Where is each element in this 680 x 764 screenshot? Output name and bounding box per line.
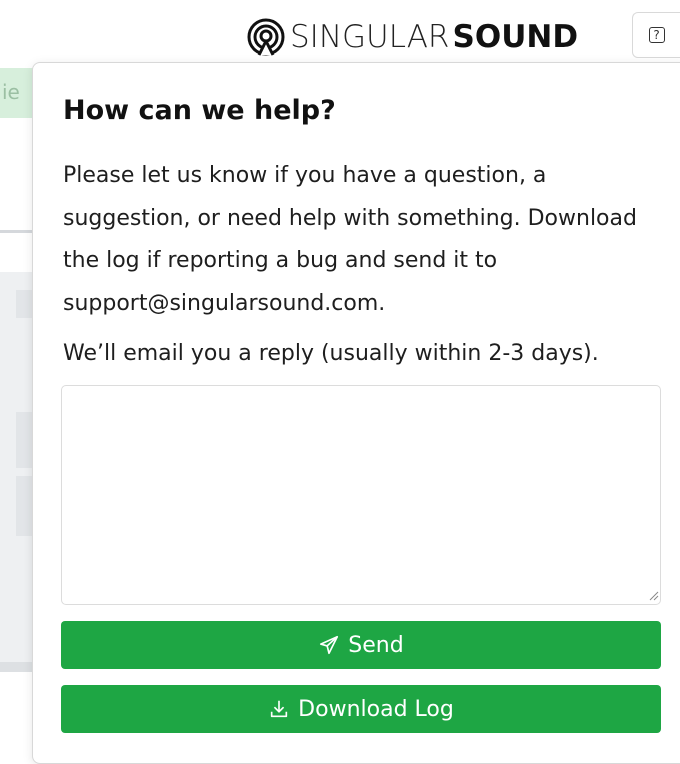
popover-title: How can we help? <box>63 95 336 126</box>
singular-sound-logo-icon <box>247 18 285 56</box>
help-popover: How can we help? Please let us know if y… <box>32 62 680 764</box>
download-log-button-label: Download Log <box>298 696 454 722</box>
popover-reply-note: We’ll email you a reply (usually within … <box>63 341 599 366</box>
background-tab-label: ie <box>2 80 20 104</box>
download-log-button[interactable]: Download Log <box>61 685 661 733</box>
background-panel <box>0 272 34 672</box>
download-tray-icon <box>271 700 288 718</box>
send-button-label: Send <box>348 632 404 658</box>
brand-name-light: SINGULAR <box>290 18 450 55</box>
page: ie SINGULAR SOUND ? How can we help? Ple… <box>0 0 680 764</box>
question-square-icon: ? <box>648 27 665 43</box>
brand: SINGULAR SOUND <box>246 16 578 58</box>
help-button[interactable]: ? <box>632 12 680 58</box>
brand-name: SINGULAR SOUND <box>290 18 579 55</box>
brand-name-bold: SOUND <box>452 18 579 55</box>
background-panel-footer <box>0 662 34 672</box>
popover-description: Please let us know if you have a questio… <box>63 163 637 316</box>
resize-grip-icon[interactable] <box>647 589 659 601</box>
background-divider <box>0 230 34 233</box>
send-button[interactable]: Send <box>61 621 661 669</box>
message-input[interactable] <box>61 385 661 605</box>
paper-plane-icon <box>320 635 339 655</box>
background-tab: ie <box>0 68 36 118</box>
